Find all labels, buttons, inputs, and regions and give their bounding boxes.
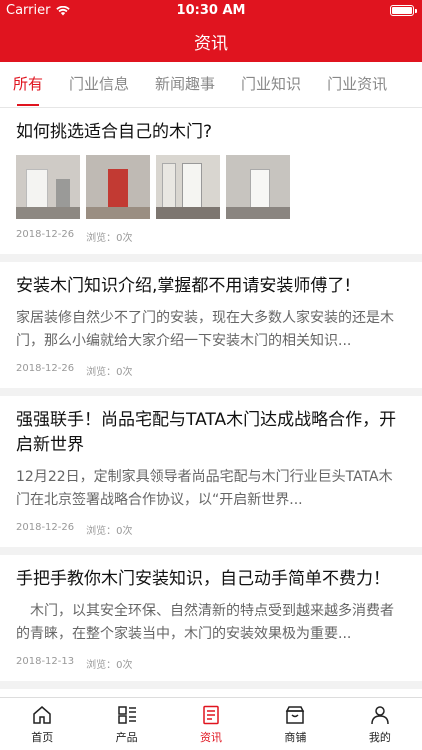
article-views: 浏览：0次 (86, 526, 133, 537)
app-header: Carrier 10:30 AM 资讯 (0, 0, 422, 62)
news-icon (203, 705, 219, 725)
article-views: 浏览：0次 (86, 367, 133, 378)
article-image (86, 155, 150, 219)
category-tabs: 所有 门业信息 新闻趣事 门业知识 门业资讯 (0, 62, 422, 108)
article-meta: 2018-12-26 浏览：0次 (16, 363, 406, 378)
article-image (156, 155, 220, 219)
tabbar-products[interactable]: 产品 (84, 698, 168, 750)
tabbar-label: 商铺 (284, 731, 307, 744)
status-time: 10:30 AM (176, 3, 246, 18)
tab-news[interactable]: 新闻趣事 (155, 62, 215, 108)
status-bar: Carrier 10:30 AM (0, 0, 422, 22)
article-list: 如何挑选适合自己的木门? 2018-12-26 浏览：0次 安装木门知识介绍,掌… (0, 108, 422, 697)
battery-icon (390, 5, 417, 16)
home-icon (33, 706, 51, 724)
tabbar-mine[interactable]: 我的 (338, 698, 422, 750)
article-title: 如何挑选适合自己的木门? (16, 122, 213, 142)
tab-door-news[interactable]: 门业资讯 (327, 62, 387, 108)
article-title: 手把手教你木门安装知识，自己动手简单不费力！ (16, 569, 390, 589)
article-image (226, 155, 290, 219)
article-item[interactable]: 如何挑选适合自己的木门? 2018-12-26 浏览：0次 (0, 108, 422, 262)
article-date: 2018-12-13 (16, 656, 75, 667)
article-image (16, 155, 80, 219)
bottom-tab-bar: 首页 产品 资讯 商铺 我的 (0, 697, 422, 750)
shop-icon (286, 706, 305, 724)
tabbar-news[interactable]: 资讯 (169, 698, 253, 750)
tabbar-shop[interactable]: 商铺 (253, 698, 337, 750)
tabbar-label: 首页 (31, 731, 54, 744)
article-views: 浏览：0次 (86, 660, 133, 671)
article-summary: 12月22日，定制家具领导者尚品宅配与木门行业巨头TATA木门在北京签署战略合作… (16, 469, 393, 508)
article-summary: 家居装修自然少不了门的安装，现在大多数人家安装的还是木门，那么小编就给大家介绍一… (16, 310, 394, 349)
article-date: 2018-12-26 (16, 522, 75, 533)
article-views: 浏览：0次 (86, 233, 133, 244)
article-item[interactable]: 手把手教你木门安装知识，自己动手简单不费力！ 木门，以其安全环保、自然清新的特点… (0, 555, 422, 689)
article-item[interactable]: 强强联手！尚品宅配与TATA木门达成战略合作，开启新世界 12月22日，定制家具… (0, 396, 422, 555)
tab-door-knowledge[interactable]: 门业知识 (241, 62, 301, 108)
article-title: 强强联手！尚品宅配与TATA木门达成战略合作，开启新世界 (16, 410, 397, 455)
grid-list-icon (117, 706, 136, 724)
tabbar-label: 产品 (115, 731, 138, 744)
article-summary: 木门，以其安全环保、自然清新的特点受到越来越多消费者的青睐，在整个家装当中，木门… (16, 603, 394, 642)
article-meta: 2018-12-26 浏览：0次 (16, 229, 406, 244)
article-item[interactable]: 安装木门知识介绍,掌握都不用请安装师傅了! 家居装修自然少不了门的安装，现在大多… (0, 262, 422, 396)
tab-door-info[interactable]: 门业信息 (69, 62, 129, 108)
tabbar-label: 我的 (368, 731, 391, 744)
article-meta: 2018-12-26 浏览：0次 (16, 522, 406, 537)
user-icon (371, 706, 389, 725)
article-date: 2018-12-26 (16, 229, 75, 240)
article-images (16, 155, 406, 219)
tabbar-label: 资讯 (200, 731, 223, 744)
page-title: 资讯 (194, 34, 228, 54)
tabbar-home[interactable]: 首页 (0, 698, 84, 750)
article-date: 2018-12-26 (16, 363, 75, 374)
article-meta: 2018-12-13 浏览：0次 (16, 656, 406, 671)
tab-all[interactable]: 所有 (13, 62, 43, 108)
article-title: 安装木门知识介绍,掌握都不用请安装师傅了! (16, 276, 352, 296)
